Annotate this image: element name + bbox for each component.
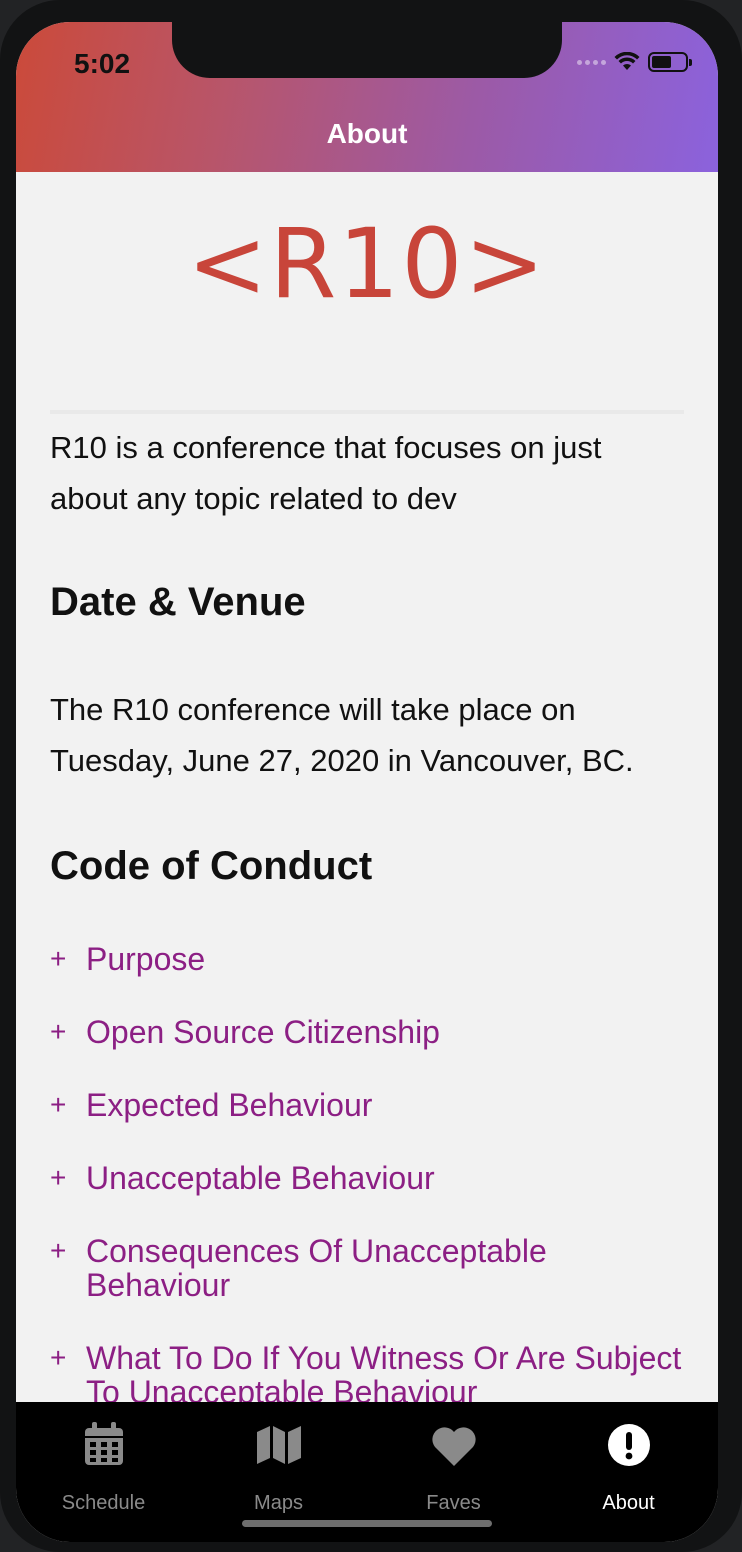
date-venue-heading: Date & Venue	[50, 580, 306, 624]
date-venue-text: The R10 conference will take place on Tu…	[50, 692, 634, 778]
tab-label: Faves	[426, 1492, 481, 1514]
conduct-item-label: Open Source Citizenship	[86, 1014, 440, 1050]
conduct-item-label: Purpose	[86, 941, 206, 977]
home-indicator[interactable]	[242, 1520, 492, 1527]
conduct-item-unacceptable-behaviour[interactable]: + Unacceptable Behaviour	[50, 1161, 710, 1195]
tab-label: About	[602, 1492, 655, 1514]
cellular-signal-icon	[577, 59, 606, 65]
page-title: About	[326, 118, 408, 149]
tab-label: Schedule	[61, 1492, 146, 1514]
plus-icon: +	[50, 1016, 67, 1047]
conduct-item-purpose[interactable]: + Purpose	[50, 942, 710, 976]
conduct-item-label: Expected Behaviour	[86, 1087, 373, 1123]
battery-icon	[648, 52, 692, 72]
app-screen: 5:02 About <R10> R10 is a conference tha…	[16, 22, 718, 1542]
conduct-item-label: Unacceptable Behaviour	[86, 1160, 435, 1196]
about-content[interactable]: <R10> R10 is a conference that focuses o…	[16, 172, 718, 1402]
info-icon	[607, 1424, 650, 1466]
status-icons	[577, 52, 692, 72]
conduct-item-label: Consequences Of Unacceptable Behaviour	[86, 1233, 547, 1303]
tab-bar: Schedule Maps Faves About	[16, 1402, 718, 1542]
wifi-icon	[614, 52, 640, 70]
r10-logo: <R10>	[187, 208, 547, 320]
conduct-item-open-source-citizenship[interactable]: + Open Source Citizenship	[50, 1015, 710, 1049]
tab-about[interactable]: About	[541, 1402, 716, 1542]
device-frame: 5:02 About <R10> R10 is a conference tha…	[0, 0, 742, 1552]
map-icon	[256, 1426, 301, 1464]
conduct-item-consequences[interactable]: + Consequences Of Unacceptable Behaviour	[50, 1234, 570, 1302]
plus-icon: +	[50, 1235, 67, 1266]
plus-icon: +	[50, 1162, 67, 1193]
status-time: 5:02	[74, 48, 131, 79]
conduct-item-label: What To Do If You Witness Or Are Subject…	[86, 1340, 682, 1402]
conduct-item-witness-or-subject[interactable]: + What To Do If You Witness Or Are Subje…	[50, 1341, 710, 1402]
plus-icon: +	[50, 943, 67, 974]
tab-label: Maps	[254, 1492, 303, 1514]
app-header: 5:02 About	[16, 22, 718, 172]
tab-schedule[interactable]: Schedule	[16, 1402, 191, 1542]
intro-text: R10 is a conference that focuses on just…	[50, 430, 602, 516]
divider	[50, 410, 684, 414]
heart-icon	[431, 1427, 476, 1466]
plus-icon: +	[50, 1342, 67, 1373]
conduct-item-expected-behaviour[interactable]: + Expected Behaviour	[50, 1088, 710, 1122]
device-notch	[172, 22, 562, 78]
code-of-conduct-heading: Code of Conduct	[50, 844, 373, 888]
calendar-icon	[84, 1422, 123, 1465]
plus-icon: +	[50, 1089, 67, 1120]
